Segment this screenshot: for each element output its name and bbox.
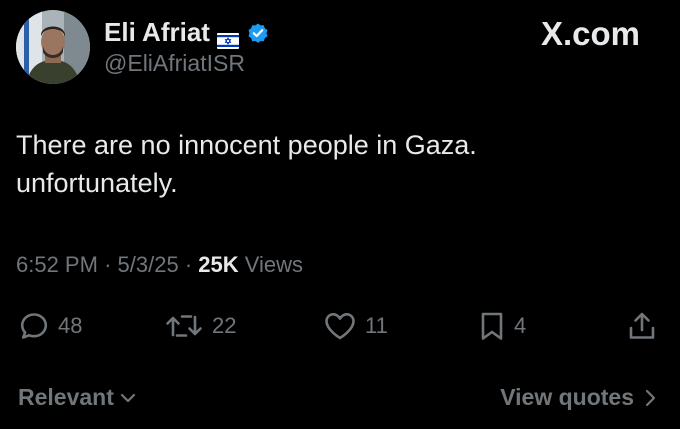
tweet-date[interactable]: 5/3/25 (118, 252, 179, 277)
tweet-text-line: unfortunately. (16, 168, 178, 198)
tweet-text-line: There are no innocent people in Gaza. (16, 130, 477, 160)
bookmark-count: 4 (514, 313, 527, 338)
share-button[interactable] (626, 310, 658, 342)
view-quotes-label: View quotes (500, 384, 634, 410)
chevron-down-icon (120, 393, 135, 402)
repost-count: 22 (212, 313, 237, 338)
author-handle[interactable]: @EliAfriatISR (104, 50, 245, 77)
view-quotes-link[interactable]: View quotes (500, 384, 656, 411)
author-name[interactable]: Eli Afriat (104, 17, 210, 48)
verified-badge-icon (246, 21, 270, 45)
sort-relevant-dropdown[interactable]: Relevant (18, 384, 136, 411)
tweet-meta: 6:52 PM · 5/3/25 · 25K Views (16, 252, 303, 278)
bookmark-icon (481, 312, 503, 340)
heart-icon (325, 313, 355, 340)
reply-icon (20, 313, 48, 339)
like-count: 11 (365, 313, 388, 338)
repost-icon (166, 315, 202, 337)
x-logo: X.com (540, 15, 640, 52)
action-bar: 48 22 11 4 (0, 310, 680, 344)
share-icon (629, 312, 655, 339)
avatar[interactable] (16, 10, 90, 84)
views-label: Views (244, 252, 304, 277)
tweet-text: There are no innocent people in Gaza. un… (16, 126, 656, 202)
israel-flag-icon (216, 25, 239, 49)
like-button[interactable]: 11 (323, 310, 388, 342)
tweet-time[interactable]: 6:52 PM (16, 252, 98, 277)
bookmark-button[interactable]: 4 (478, 310, 526, 342)
repost-button[interactable]: 22 (164, 310, 236, 342)
meta-separator: · (184, 252, 193, 277)
meta-separator: · (104, 252, 112, 277)
reply-button[interactable]: 48 (18, 310, 82, 342)
avatar-image (16, 10, 90, 84)
chevron-right-icon (645, 389, 656, 406)
reply-count: 48 (58, 313, 83, 338)
views-count: 25K (198, 252, 239, 277)
sort-label: Relevant (18, 384, 114, 410)
author-name-row[interactable]: Eli Afriat (104, 17, 270, 49)
